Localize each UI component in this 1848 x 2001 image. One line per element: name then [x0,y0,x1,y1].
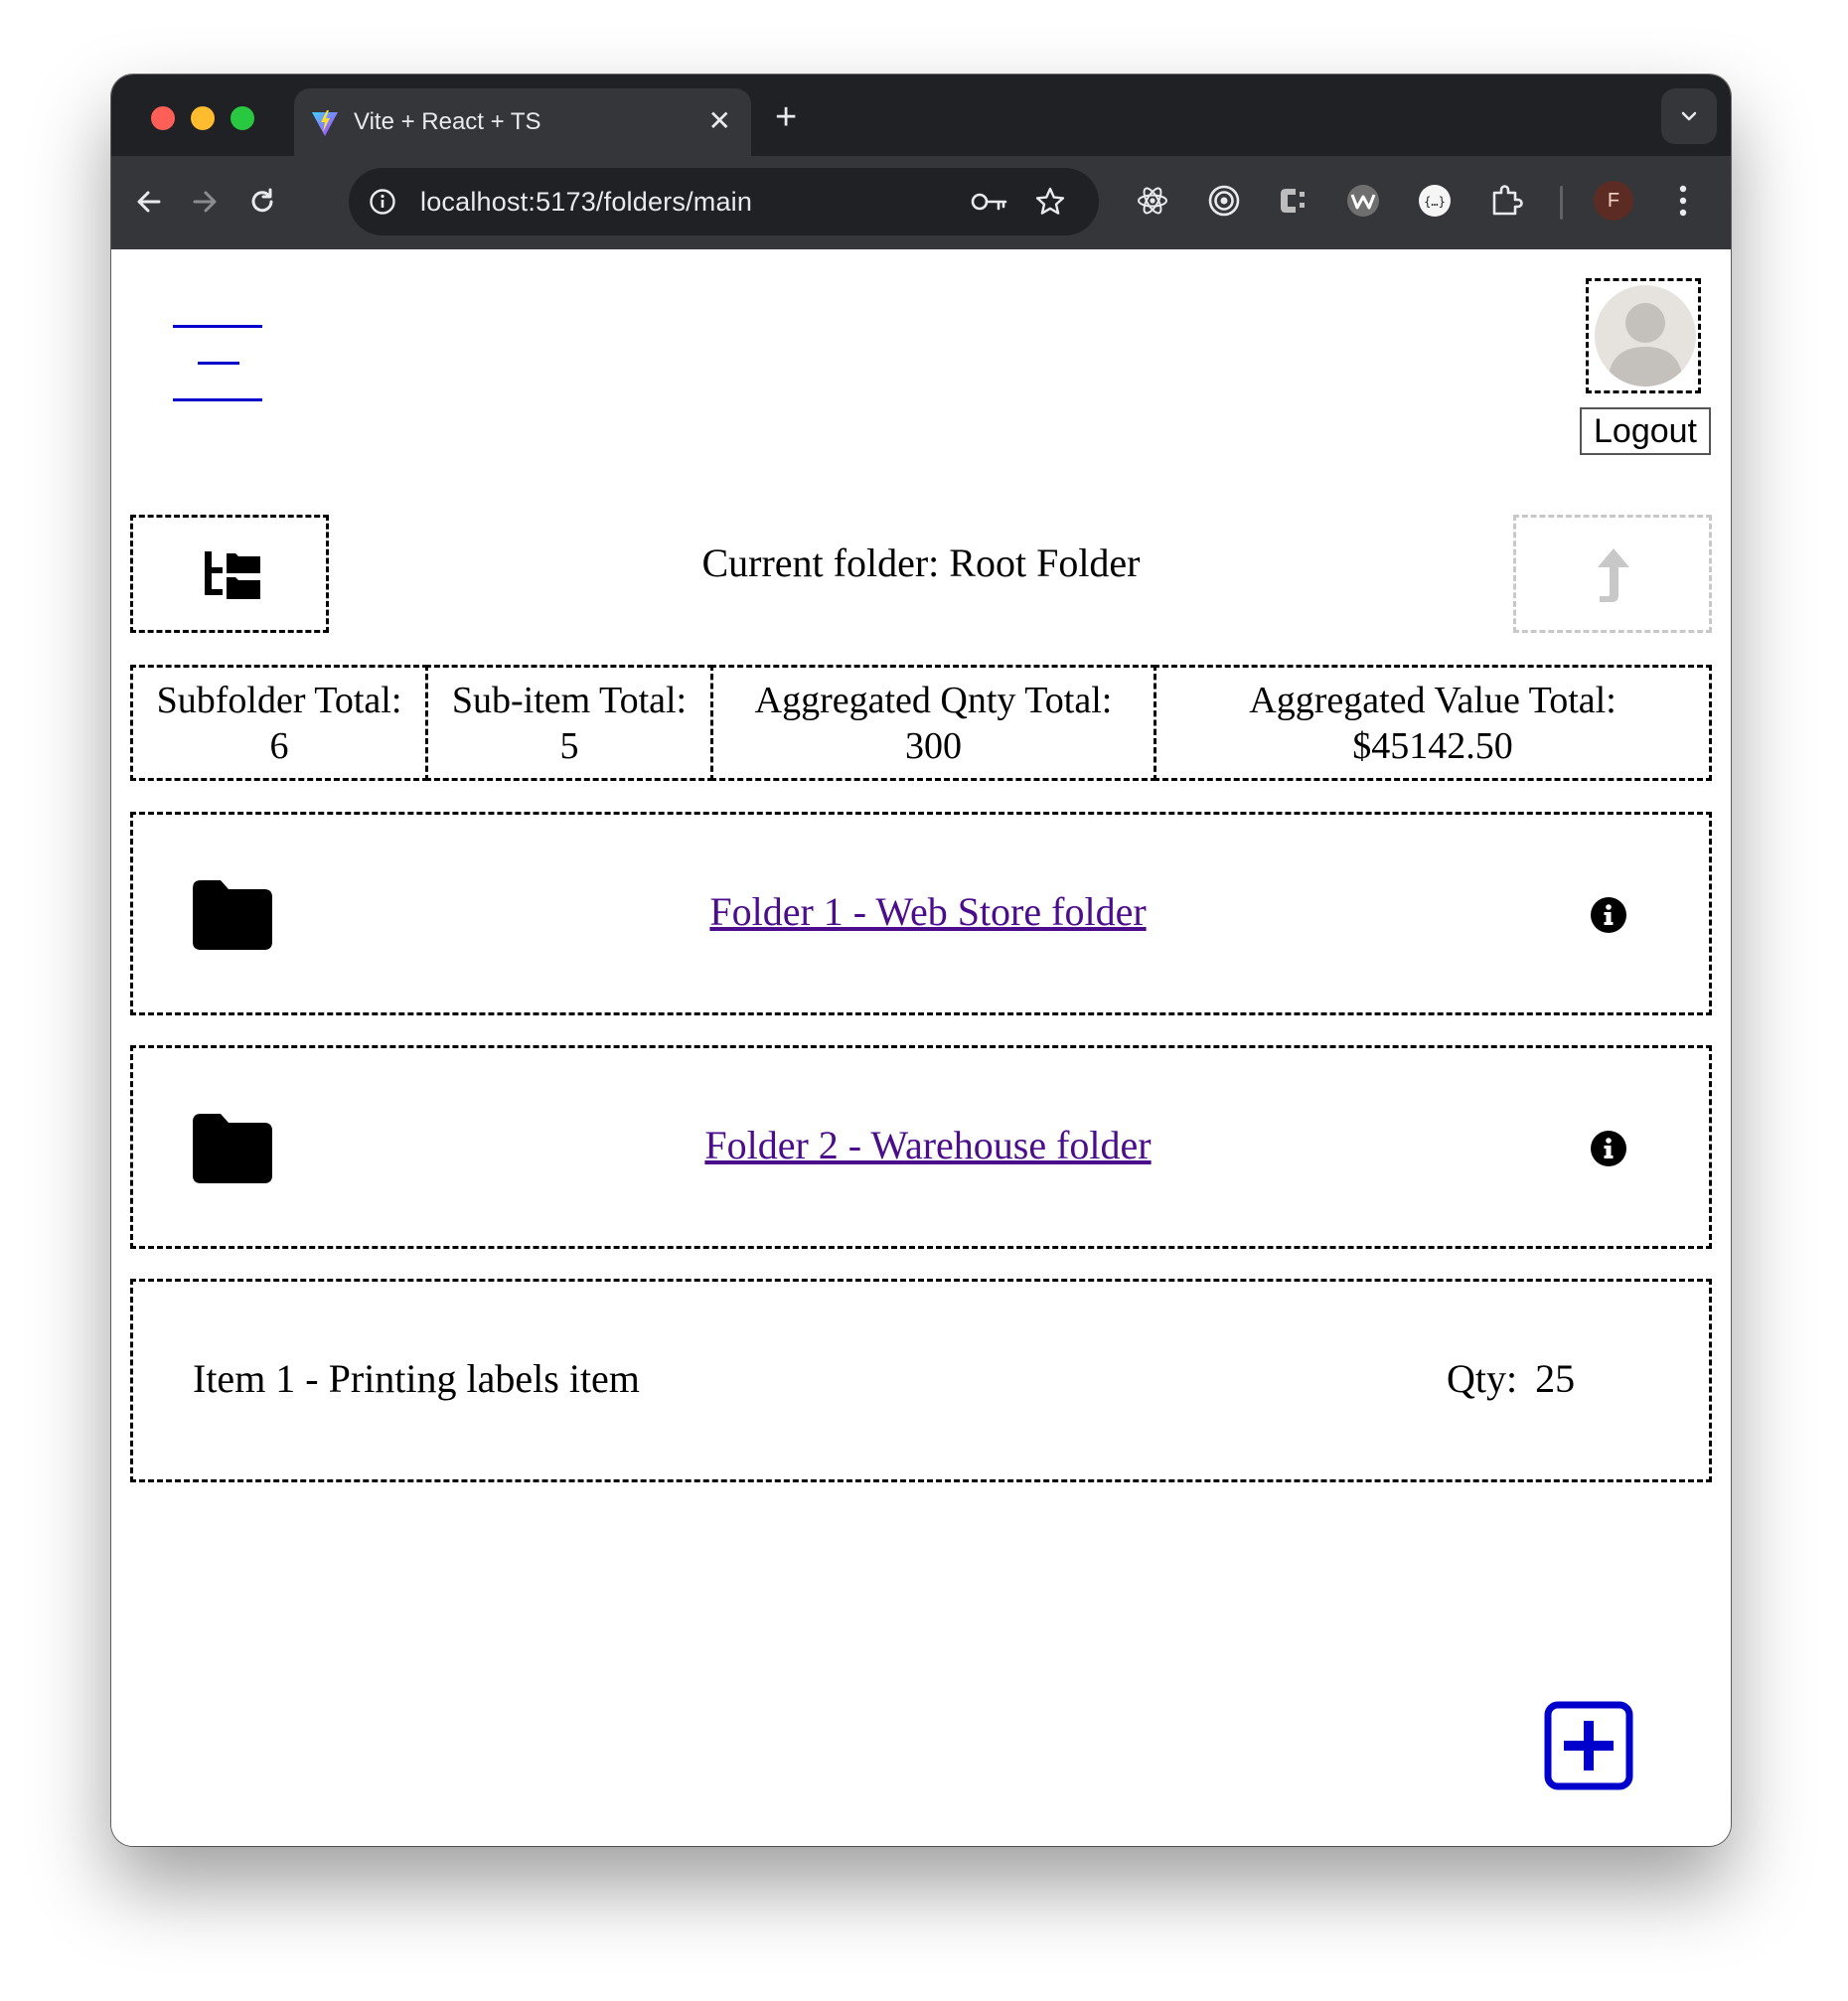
toolbar-divider [1560,186,1563,220]
info-icon[interactable] [1590,1130,1627,1167]
stat-label: Subfolder Total: [156,680,402,721]
tab-strip: Vite + React + TS ✕ + [111,75,1731,156]
c-extension-icon[interactable] [1276,183,1311,219]
tab-title: Vite + React + TS [354,108,541,135]
maximize-window-button[interactable] [231,106,254,130]
item-row[interactable]: Item 1 - Printing labels item Qty: 25 [130,1279,1712,1482]
reload-icon[interactable] [246,186,278,218]
stat-label: Sub-item Total: [451,680,688,721]
back-arrow-icon[interactable] [133,186,165,218]
current-folder-title: Current folder: Root Folder [701,540,1141,585]
item-qty: Qty: 25 [1447,1355,1575,1402]
plus-square-icon[interactable] [1544,1701,1633,1790]
stat-label: Aggregated Qnty Total: [754,680,1113,721]
minimize-window-button[interactable] [191,106,215,130]
bookmark-star-icon[interactable] [1034,186,1066,218]
more-menu-icon[interactable] [1677,183,1689,219]
level-up-icon [1598,548,1629,602]
user-avatar[interactable] [1586,278,1701,393]
new-tab-button[interactable]: + [775,98,797,136]
browser-tab[interactable]: Vite + React + TS ✕ [294,88,751,156]
folder-tree-icon [205,551,260,599]
aggregated-value-stat: Aggregated Value Total: $45142.50 [1154,665,1712,781]
subfolder-total-stat: Subfolder Total: 6 [130,665,428,781]
folder-tree-button[interactable] [130,515,329,633]
folder-link[interactable]: Folder 1 - Web Store folder [431,888,1425,935]
browser-window: Vite + React + TS ✕ + localhost:5173/fol… [111,75,1731,1846]
item-name: Item 1 - Printing labels item [193,1356,640,1401]
info-icon[interactable] [1590,896,1627,934]
stat-value: 5 [559,725,579,767]
forward-arrow-icon[interactable] [189,186,221,218]
w-extension-icon[interactable] [1345,183,1381,219]
site-info-icon[interactable] [369,188,396,216]
password-key-icon[interactable] [971,190,1008,214]
go-up-button[interactable] [1513,515,1712,633]
person-silhouette-icon [1608,303,1683,386]
vite-logo-icon [310,108,340,143]
stat-value: 6 [269,725,289,767]
tab-search-button[interactable] [1661,88,1717,144]
puzzle-icon[interactable] [1488,183,1524,219]
folder-row[interactable]: Folder 2 - Warehouse folder [130,1045,1712,1249]
tab-close-button[interactable]: ✕ [708,106,731,136]
svg-text:{…}: {…} [1424,195,1446,209]
stat-label: Aggregated Value Total: [1249,680,1617,721]
folder-link[interactable]: Folder 2 - Warehouse folder [431,1122,1425,1168]
close-window-button[interactable] [151,106,175,130]
browser-toolbar: localhost:5173/folders/main {…} F [111,156,1731,249]
profile-avatar[interactable]: F [1594,181,1633,221]
address-bar[interactable]: localhost:5173/folders/main [349,168,1099,235]
chevron-down-icon [1681,111,1697,121]
folder-icon [193,880,272,950]
qty-value: 25 [1535,1356,1576,1401]
hamburger-menu-icon[interactable] [173,325,268,406]
target-icon[interactable] [1206,183,1242,219]
react-devtools-icon[interactable] [1135,183,1170,219]
qty-label: Qty: [1447,1356,1518,1401]
folder-row[interactable]: Folder 1 - Web Store folder [130,812,1712,1015]
folder-icon [193,1114,272,1183]
subitem-total-stat: Sub-item Total: 5 [425,665,713,781]
logout-button[interactable]: Logout [1580,407,1711,455]
json-extension-icon[interactable]: {…} [1417,183,1453,219]
stat-value: 300 [905,725,962,767]
url-text: localhost:5173/folders/main [420,187,753,217]
aggregated-qty-stat: Aggregated Qnty Total: 300 [710,665,1156,781]
page-content: Logout Current folder: Root Folder Subfo… [111,249,1731,1846]
stat-value: $45142.50 [1352,725,1513,767]
